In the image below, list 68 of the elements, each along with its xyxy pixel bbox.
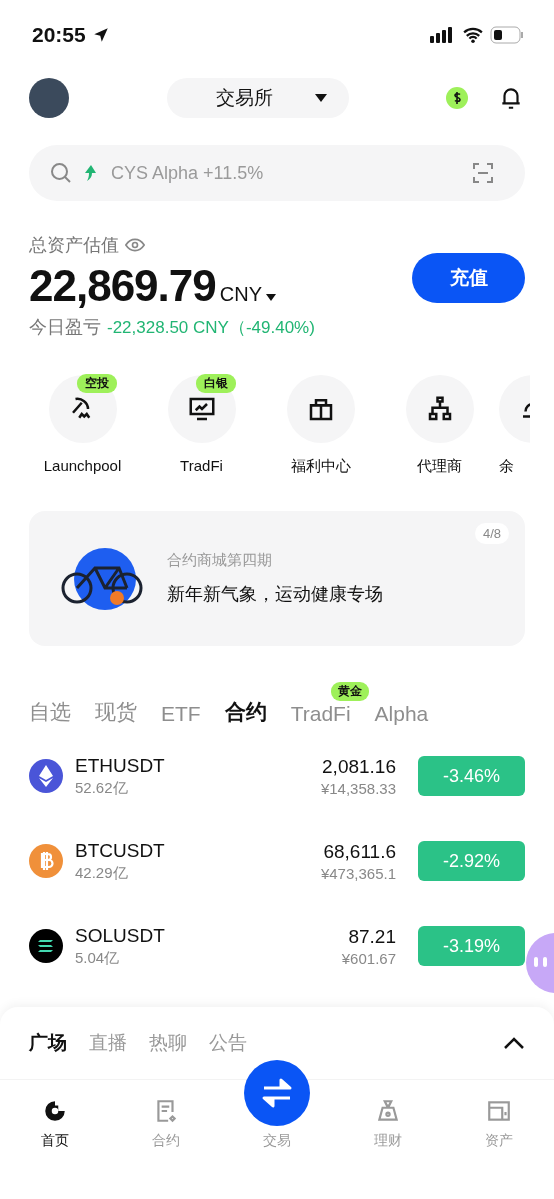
shortcut-label: 代理商 — [417, 457, 462, 476]
deposit-button[interactable]: 充值 — [412, 253, 525, 303]
nav-item[interactable]: 资产 — [443, 1092, 554, 1150]
market-tab[interactable]: 合约 — [224, 698, 267, 726]
eye-icon[interactable] — [125, 237, 145, 253]
total-assets-label: 总资产估值 — [29, 234, 119, 257]
chevron-up-icon[interactable] — [503, 1036, 525, 1050]
battery-icon — [490, 26, 524, 44]
bitcoin-icon — [29, 844, 63, 878]
price-change[interactable]: -3.46% — [418, 756, 525, 796]
tab-badge: 黄金 — [330, 682, 369, 701]
shortcut-badge: 白银 — [196, 374, 236, 393]
shortcut-label: 余 — [499, 457, 514, 476]
search-field[interactable]: CYS Alpha +11.5% — [29, 145, 525, 201]
up-arrow-icon — [83, 164, 99, 182]
pnl-value: -22,328.50 CNY（-49.40%) — [107, 316, 315, 339]
banner-page-indicator: 4/8 — [474, 523, 509, 544]
market-tab[interactable]: 现货 — [95, 698, 137, 726]
market-symbol[interactable]: ETHUSDT — [75, 754, 165, 777]
search-icon — [49, 161, 73, 185]
promo-banner[interactable]: 合约商城第四期 新年新气象，运动健康专场 4/8 — [29, 511, 525, 646]
swap-arrows-icon — [260, 1078, 294, 1108]
avatar[interactable] — [29, 78, 69, 118]
price-change[interactable]: -2.92% — [418, 841, 525, 881]
market-price-cny: ¥473,365.1 — [320, 864, 396, 882]
feed-tab[interactable]: 公告 — [209, 1030, 247, 1056]
total-assets-amount: 22,869.79 — [29, 261, 216, 311]
market-symbol[interactable]: SOLUSDT — [75, 924, 165, 947]
shortcut-label: TradFi — [180, 457, 223, 474]
market-price-cny: ¥14,358.33 — [320, 779, 396, 797]
caret-icon — [315, 94, 327, 102]
price-change[interactable]: -3.19% — [418, 926, 525, 966]
ethereum-icon — [29, 759, 63, 793]
currency-selector[interactable]: CNY — [219, 283, 262, 306]
pnl-label: 今日盈亏 — [29, 316, 101, 339]
feed-tab[interactable]: 热聊 — [149, 1030, 187, 1056]
shortcut-badge: 空投 — [77, 374, 117, 393]
feed-tab[interactable]: 广场 — [29, 1030, 67, 1056]
nav-item[interactable]: 理财 — [332, 1092, 444, 1150]
market-price: 68,611.6 — [323, 840, 396, 863]
wallet-icon — [485, 1098, 512, 1124]
banner-subtitle: 合约商城第四期 — [167, 551, 272, 570]
nav-item[interactable]: 合约 — [110, 1092, 222, 1150]
nav-item[interactable]: 交易 — [221, 1060, 333, 1150]
market-volume: 5.04亿 — [75, 948, 120, 968]
caret-icon[interactable] — [266, 294, 276, 301]
feed-tab[interactable]: 直播 — [89, 1030, 127, 1056]
nav-item[interactable]: 首页 — [0, 1092, 111, 1150]
market-volume: 42.29亿 — [75, 863, 128, 883]
status-time: 20:55 — [32, 23, 86, 47]
shortcut-label: Launchpool — [43, 457, 122, 474]
market-volume: 52.62亿 — [75, 778, 128, 798]
market-tab[interactable]: 自选 — [29, 698, 71, 726]
market-price: 2,081.16 — [322, 755, 396, 778]
search-input[interactable]: CYS Alpha +11.5% — [109, 161, 461, 185]
dollar-coin-icon[interactable] — [446, 87, 468, 109]
solana-icon — [29, 929, 63, 963]
exchange-selector[interactable]: 交易所 — [166, 78, 349, 118]
shortcut-label: 福利中心 — [290, 457, 351, 476]
wifi-icon — [462, 27, 484, 43]
market-symbol[interactable]: BTCUSDT — [75, 839, 165, 862]
banner-title: 新年新气象，运动健康专场 — [167, 583, 383, 606]
market-price: 87.21 — [348, 925, 396, 948]
market-tab[interactable]: TradFi — [290, 702, 351, 726]
market-tab[interactable]: Alpha — [374, 702, 429, 726]
market-tab[interactable]: ETF — [161, 702, 201, 726]
scan-icon[interactable] — [471, 161, 495, 185]
market-price-cny: ¥601.67 — [341, 949, 396, 967]
